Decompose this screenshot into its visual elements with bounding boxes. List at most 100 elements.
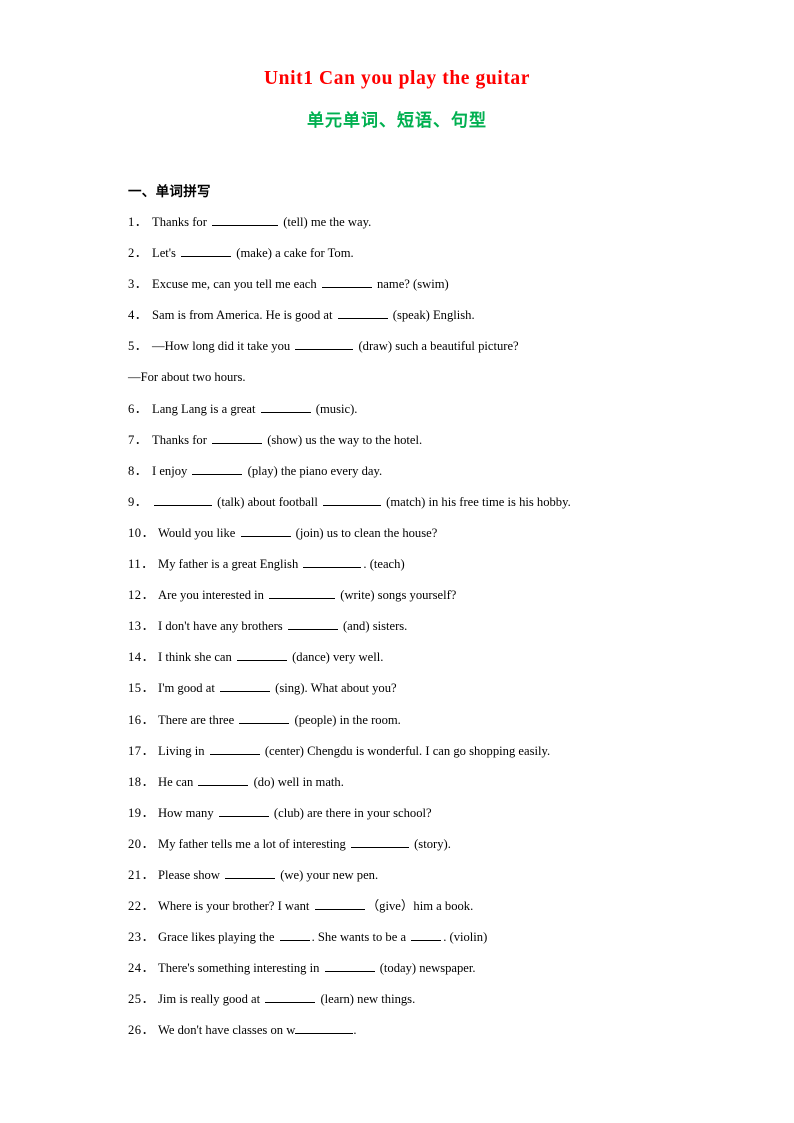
question-item: 22． Where is your brother? I want （give）h… [128,896,768,927]
question-text: We don't have classes on w [158,1023,296,1038]
answer-blank[interactable] [411,929,442,942]
question-text: . (violin) [443,930,488,945]
answer-blank[interactable] [239,711,290,724]
question-item: 2． Let's (make) a cake for Tom. [128,243,768,274]
question-text: I don't have any brothers [158,619,286,634]
question-item: 14． I think she can (dance) very well. [128,647,768,678]
question-text: . She wants to be a [311,930,410,945]
question-item: 12． Are you interested in (write) songs y… [128,585,768,616]
question-text: Grace likes playing the [158,930,278,945]
question-number: 2． [128,246,148,261]
answer-blank[interactable] [212,213,279,226]
answer-blank[interactable] [225,866,276,879]
answer-blank[interactable] [181,245,232,258]
question-item: 20． My father tells me a lot of interesti… [128,834,768,865]
question-text: Where is your brother? I want [158,899,313,914]
answer-blank[interactable] [321,276,372,289]
question-number: 12． [128,588,155,603]
question-text: Would you like [158,525,239,540]
question-item: 15． I'm good at (sing). What about you? [128,678,768,709]
answer-blank[interactable] [218,804,269,817]
question-item: 9． (talk) about football (match) in his … [128,492,768,523]
question-text: (dance) very well. [288,650,384,665]
question-number: 18． [128,774,155,789]
question-item: 6． Lang Lang is a great (music). [128,399,768,430]
question-text: (people) in the room. [291,712,401,727]
question-item: 10． Would you like (join) us to clean the… [128,523,768,554]
answer-blank[interactable] [154,493,212,506]
answer-blank[interactable] [323,493,382,506]
question-text: (music). [312,401,358,416]
question-text: How many [158,805,217,820]
question-number: 13． [128,619,155,634]
question-text: Jim is really good at [158,992,264,1007]
question-number: 23． [128,930,155,945]
question-item: 18． He can (do) well in math. [128,772,768,803]
answer-blank[interactable] [198,773,249,786]
answer-blank[interactable] [295,338,354,351]
question-item: 16． There are three (people) in the room. [128,710,768,741]
question-item: 8． I enjoy (play) the piano every day. [128,461,768,492]
question-number: 9． [128,494,148,509]
question-text: Let's [152,246,180,261]
question-number: 3． [128,277,148,292]
question-number: 5． [128,339,148,354]
question-number: 14． [128,650,155,665]
answer-blank[interactable] [236,649,287,662]
question-number: 19． [128,805,155,820]
question-text: （give）him a book. [366,899,474,914]
question-text: Please show [158,867,224,882]
document-title: Unit1 Can you play the guitar [263,68,531,89]
answer-blank[interactable] [337,307,388,320]
question-number: 22． [128,899,155,914]
question-item: 19． How many (club) are there in your sch… [128,803,768,834]
answer-blank[interactable] [287,618,338,631]
answer-blank[interactable] [303,555,362,569]
question-number: 15． [128,681,155,696]
question-text: (center) Chengdu is wonderful. I can go … [261,743,551,758]
question-text: (learn) new things. [317,992,416,1007]
question-item: 11． My father is a great English . (teach… [128,554,768,585]
answer-blank[interactable] [324,960,375,973]
question-number: 10． [128,525,155,540]
question-number: 6． [128,401,148,416]
question-item: 1． Thanks for (tell) me the way. [128,212,768,243]
answer-blank[interactable] [240,524,291,537]
question-item: 23． Grace likes playing the . She wants t… [128,927,768,958]
question-text: (join) us to clean the house? [292,525,438,540]
question-number: 26． [128,1023,155,1038]
question-number: 7． [128,432,148,447]
question-text: There are three [158,712,238,727]
question-text: I think she can [158,650,235,665]
question-item: 13． I don't have any brothers (and) siste… [128,616,768,647]
answer-blank[interactable] [314,897,365,911]
answer-blank[interactable] [265,991,316,1004]
question-text: There's something interesting in [158,961,323,976]
question-text: (write) songs yourself? [337,588,457,603]
answer-blank[interactable] [192,462,243,475]
question-text: My father is a great English [158,557,302,572]
worksheet-page: Unit1 Can you play the guitar 单元单词、短语、句型… [0,0,794,1123]
answer-blank[interactable] [350,835,409,848]
question-text: Are you interested in [158,588,268,603]
question-number: 21． [128,867,155,882]
answer-blank[interactable] [269,587,336,600]
question-text: I enjoy [152,463,191,478]
question-item: 24． There's something interesting in (tod… [128,958,768,989]
question-text: (we) your new pen. [277,867,379,882]
question-text: Living in [158,743,208,758]
question-number: 8． [128,463,148,478]
answer-blank[interactable] [279,929,310,942]
answer-blank[interactable] [212,431,263,444]
question-list: 1． Thanks for (tell) me the way. 2． Let's (… [128,212,768,1052]
section-heading-word-spelling: 一、单词拼写 [128,184,211,200]
answer-blank[interactable] [260,400,311,413]
question-text: (tell) me the way. [280,215,372,229]
question-text: Sam is from America. He is good at [152,308,336,323]
question-text: (show) us the way to the hotel. [264,432,423,447]
question-item: 25． Jim is really good at (learn) new thi… [128,989,768,1020]
answer-blank[interactable] [219,680,270,693]
answer-blank[interactable] [295,1022,354,1035]
answer-blank[interactable] [209,742,260,755]
question-text: —For about two hours. [128,370,246,385]
